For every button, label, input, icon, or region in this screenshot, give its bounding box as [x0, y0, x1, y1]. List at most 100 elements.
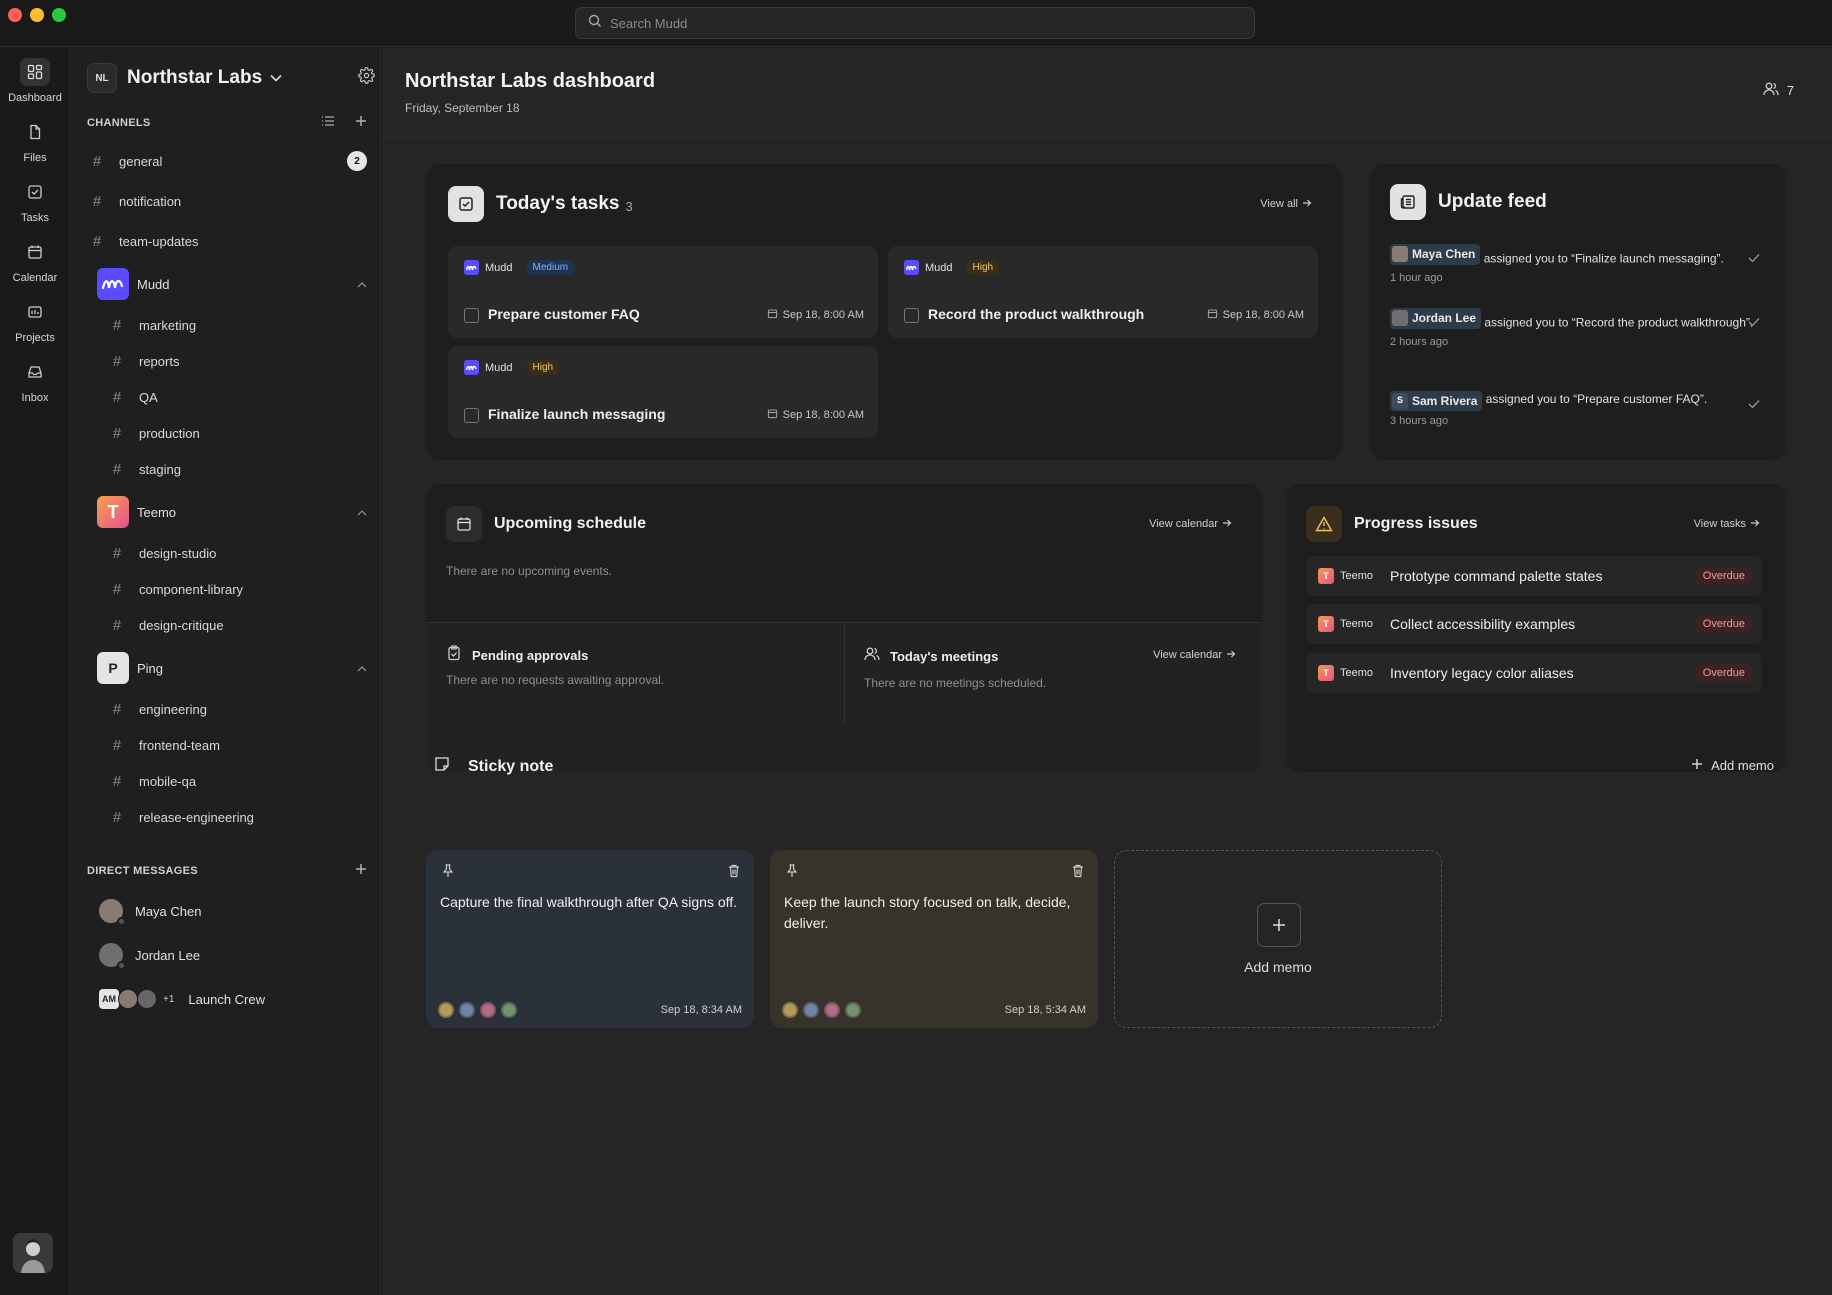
group-mudd[interactable]: Mudd	[97, 266, 367, 302]
channel-general[interactable]: # general 2	[87, 145, 367, 177]
channel-label: engineering	[139, 701, 207, 717]
tasks-card: Today's tasks 3 View all Mudd Medium Pre…	[426, 164, 1342, 460]
color-swatch[interactable]	[480, 1002, 496, 1018]
rail-item-projects[interactable]: Projects	[0, 298, 70, 354]
add-dm-icon[interactable]	[355, 862, 367, 880]
channel-qa[interactable]: # QA	[107, 381, 367, 413]
list-icon[interactable]	[321, 114, 335, 132]
view-all-tasks-link[interactable]: View all	[1260, 198, 1312, 210]
task-checkbox[interactable]	[464, 308, 479, 323]
search-input[interactable]	[610, 15, 1210, 31]
minimize-window-button[interactable]	[30, 8, 44, 22]
channel-marketing[interactable]: # marketing	[107, 309, 367, 341]
group-teemo[interactable]: T Teemo	[97, 494, 367, 530]
trash-icon[interactable]	[1072, 864, 1084, 883]
task-checkbox[interactable]	[904, 308, 919, 323]
rail-item-files[interactable]: Files	[0, 118, 70, 174]
channel-production[interactable]: # production	[107, 417, 367, 449]
trash-icon[interactable]	[728, 864, 740, 883]
check-icon[interactable]	[1748, 250, 1760, 268]
priority-badge: Medium	[526, 260, 575, 275]
memo-time: Sep 18, 8:34 AM	[660, 1004, 742, 1016]
channel-label: production	[139, 425, 200, 441]
check-icon[interactable]	[1748, 314, 1760, 332]
task-checkbox[interactable]	[464, 408, 479, 423]
color-swatch[interactable]	[438, 1002, 454, 1018]
feed-item[interactable]: Jordan Lee assigned you to “Record the p…	[1390, 308, 1770, 351]
status-badge: Overdue	[1695, 615, 1752, 633]
view-calendar-link[interactable]: View calendar	[1149, 518, 1232, 530]
close-window-button[interactable]	[8, 8, 22, 22]
check-icon[interactable]	[1748, 396, 1760, 414]
progress-issues-card: Progress issues View tasks T Teemo Protot…	[1286, 484, 1786, 772]
members-button[interactable]: 7	[1763, 82, 1794, 99]
task-item[interactable]: Mudd Medium Prepare customer FAQ Sep 18,…	[448, 246, 878, 338]
dashboard-icon	[20, 58, 50, 86]
rail-item-calendar[interactable]: Calendar	[0, 238, 70, 294]
group-name: Mudd	[137, 276, 170, 292]
chevron-up-icon[interactable]	[357, 503, 367, 521]
hash-icon: #	[112, 700, 122, 718]
plus-icon	[1691, 758, 1703, 773]
group-ping[interactable]: P Ping	[97, 650, 367, 686]
pin-icon[interactable]	[442, 864, 454, 883]
rail-item-inbox[interactable]: Inbox	[0, 358, 70, 414]
channel-engineering[interactable]: # engineering	[107, 693, 367, 725]
issue-item[interactable]: T Teemo Collect accessibility examples Ov…	[1306, 604, 1762, 644]
issue-item[interactable]: T Teemo Prototype command palette states …	[1306, 556, 1762, 596]
search-bar[interactable]	[575, 7, 1255, 39]
memo-text: Capture the final walkthrough after QA s…	[440, 894, 738, 910]
meetings-view-calendar-link[interactable]: View calendar	[1153, 649, 1236, 661]
color-swatch[interactable]	[803, 1002, 819, 1018]
user-avatar[interactable]	[13, 1233, 53, 1273]
task-item[interactable]: Mudd High Record the product walkthrough…	[888, 246, 1318, 338]
memo-card[interactable]: Capture the final walkthrough after QA s…	[426, 850, 754, 1028]
gear-icon[interactable]	[358, 67, 375, 89]
color-swatches	[438, 1002, 517, 1018]
color-swatch[interactable]	[501, 1002, 517, 1018]
feed-item[interactable]: Maya Chen assigned you to “Finalize laun…	[1390, 244, 1770, 287]
issue-source: T Teemo	[1318, 665, 1373, 681]
color-swatch[interactable]	[782, 1002, 798, 1018]
dm-maya-chen[interactable]: Maya Chen	[99, 893, 367, 929]
rail-item-tasks[interactable]: Tasks	[0, 178, 70, 234]
task-item[interactable]: Mudd High Finalize launch messaging Sep …	[448, 346, 878, 438]
channel-frontend-team[interactable]: # frontend-team	[107, 729, 367, 761]
chevron-up-icon[interactable]	[357, 659, 367, 677]
issue-item[interactable]: T Teemo Inventory legacy color aliases Ov…	[1306, 653, 1762, 693]
calendar-icon	[767, 308, 778, 322]
rail-label: Projects	[15, 332, 55, 344]
add-memo-button[interactable]: Add memo	[1691, 758, 1774, 773]
add-channel-icon[interactable]	[355, 114, 367, 132]
channel-reports[interactable]: # reports	[107, 345, 367, 377]
memo-card[interactable]: Keep the launch story focused on talk, d…	[770, 850, 1098, 1028]
check-square-icon	[20, 178, 50, 206]
workspace-switcher[interactable]: NL Northstar Labs	[87, 60, 375, 96]
color-swatch[interactable]	[845, 1002, 861, 1018]
task-name: Record the product walkthrough	[928, 306, 1145, 322]
add-memo-card-label: Add memo	[1244, 959, 1312, 975]
channel-mobile-qa[interactable]: # mobile-qa	[107, 765, 367, 797]
feed-item[interactable]: S Sam Rivera assigned you to “Prepare cus…	[1390, 390, 1770, 430]
user-chip: Jordan Lee	[1390, 308, 1482, 329]
color-swatch[interactable]	[459, 1002, 475, 1018]
maximize-window-button[interactable]	[52, 8, 66, 22]
channel-notification[interactable]: # notification	[87, 185, 367, 217]
rail-label: Inbox	[21, 392, 49, 404]
channel-design-critique[interactable]: # design-critique	[107, 609, 367, 641]
channel-design-studio[interactable]: # design-studio	[107, 537, 367, 569]
chevron-up-icon[interactable]	[357, 275, 367, 293]
dm-jordan-lee[interactable]: Jordan Lee	[99, 937, 367, 973]
add-memo-card[interactable]: Add memo	[1114, 850, 1442, 1028]
color-swatch[interactable]	[824, 1002, 840, 1018]
channel-team-updates[interactable]: # team-updates	[87, 225, 367, 257]
pin-icon[interactable]	[786, 864, 798, 883]
hash-icon: #	[112, 388, 122, 406]
dm-launch-crew[interactable]: AM +1 Launch Crew	[99, 981, 367, 1017]
view-tasks-link[interactable]: View tasks	[1694, 518, 1760, 530]
channel-release-engineering[interactable]: # release-engineering	[107, 801, 367, 833]
channel-staging[interactable]: # staging	[107, 453, 367, 485]
channel-component-library[interactable]: # component-library	[107, 573, 367, 605]
rail-item-dashboard[interactable]: Dashboard	[0, 58, 70, 114]
divider	[844, 623, 845, 723]
